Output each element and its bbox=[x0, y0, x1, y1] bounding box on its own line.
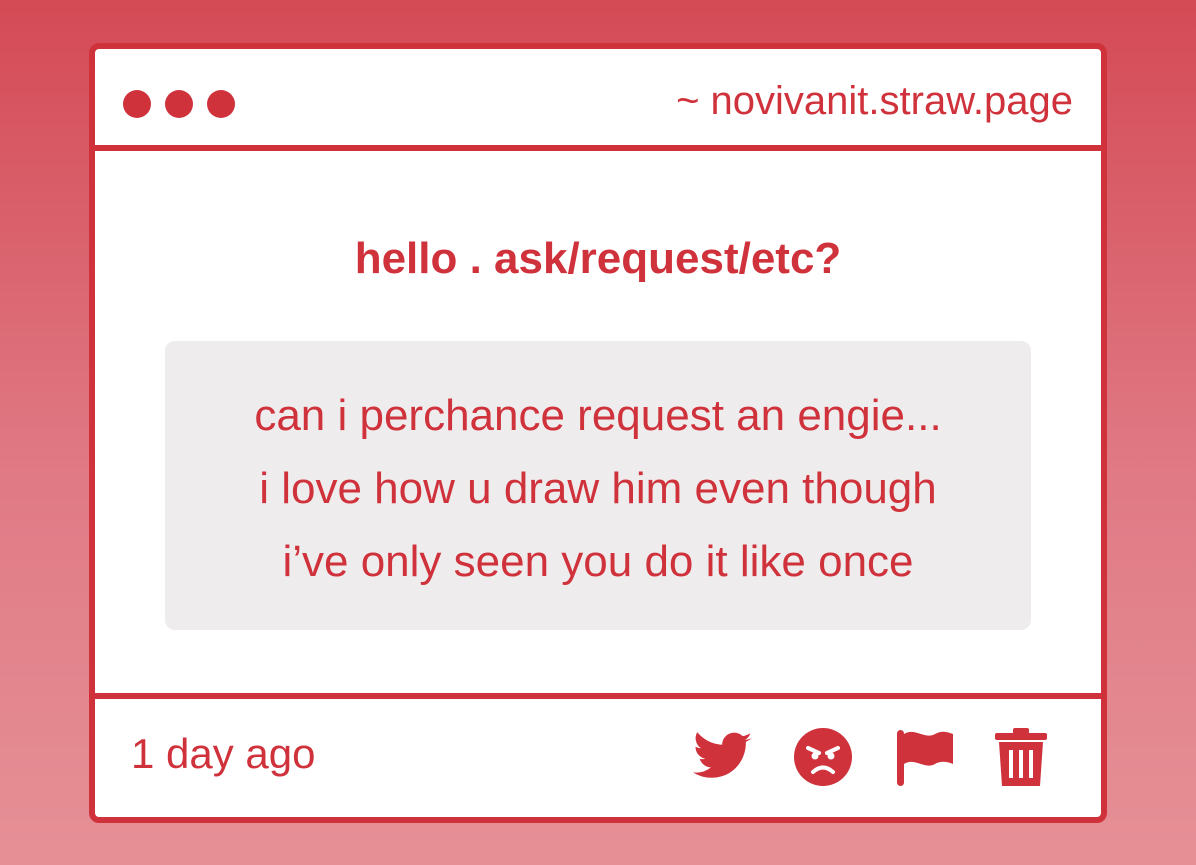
message-line: i’ve only seen you do it like once bbox=[282, 537, 914, 586]
window-titlebar: ~ novivanit.straw.page bbox=[95, 49, 1101, 151]
message-line: can i perchance request an engie... bbox=[254, 391, 942, 440]
flag-icon bbox=[897, 730, 953, 786]
report-flag-button[interactable] bbox=[895, 727, 955, 787]
window-dot-2 bbox=[165, 90, 193, 118]
ask-prompt: hello . ask/request/etc? bbox=[354, 234, 842, 283]
message-line: i love how u draw him even though bbox=[259, 464, 937, 513]
twitter-icon bbox=[693, 732, 752, 778]
trash-icon bbox=[995, 728, 1047, 786]
delete-button[interactable] bbox=[991, 727, 1051, 787]
page-url[interactable]: ~ novivanit.straw.page bbox=[676, 77, 1073, 125]
window-dot-3 bbox=[207, 90, 235, 118]
share-twitter-button[interactable] bbox=[693, 727, 753, 787]
angry-reaction-button[interactable] bbox=[793, 727, 853, 787]
ask-footer: 1 day ago bbox=[95, 693, 1101, 817]
ask-window: ~ novivanit.straw.page hello . ask/reque… bbox=[89, 43, 1107, 823]
message-box: can i perchance request an engie... i lo… bbox=[165, 341, 1031, 630]
window-dot-1 bbox=[123, 90, 151, 118]
timestamp: 1 day ago bbox=[131, 730, 316, 777]
angry-face-icon bbox=[794, 728, 852, 786]
ask-content: hello . ask/request/etc? can i perchance… bbox=[95, 151, 1101, 693]
